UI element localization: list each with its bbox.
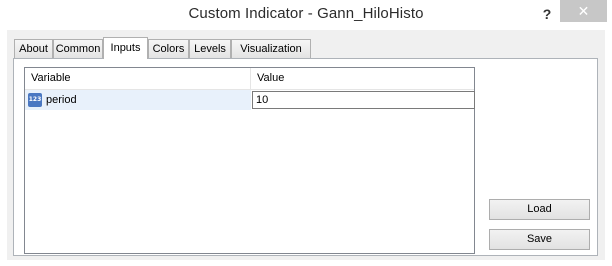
numeric-type-icon: 123 — [28, 93, 42, 107]
save-button[interactable]: Save — [489, 229, 590, 250]
tab-inputs[interactable]: Inputs — [103, 37, 148, 59]
load-button[interactable]: Load — [489, 199, 590, 220]
tab-levels[interactable]: Levels — [189, 39, 231, 58]
grid-header: Variable Value — [25, 68, 474, 90]
dialog-window: Custom Indicator - Gann_HiloHisto ? ✕ Ab… — [0, 0, 612, 266]
tab-visualization[interactable]: Visualization — [231, 39, 311, 58]
help-button[interactable]: ? — [536, 4, 558, 24]
dialog-body: About Common Inputs Colors Levels Visual… — [7, 30, 605, 260]
inputs-grid: Variable Value 123 period — [24, 67, 475, 254]
column-header-value[interactable]: Value — [251, 68, 474, 89]
close-icon: ✕ — [577, 3, 590, 19]
tab-about[interactable]: About — [14, 39, 53, 58]
variable-cell[interactable]: 123 period — [25, 90, 251, 110]
inputs-tab-panel: Variable Value 123 period Load Save — [13, 58, 598, 256]
tab-common[interactable]: Common — [53, 39, 103, 58]
variable-name: period — [46, 94, 77, 106]
title-bar: Custom Indicator - Gann_HiloHisto ? ✕ — [0, 0, 612, 30]
period-value-input[interactable] — [252, 91, 475, 109]
table-row[interactable]: 123 period — [25, 90, 475, 110]
column-header-variable[interactable]: Variable — [25, 68, 251, 89]
window-title: Custom Indicator - Gann_HiloHisto — [188, 5, 424, 22]
close-button[interactable]: ✕ — [560, 0, 607, 22]
tab-colors[interactable]: Colors — [148, 39, 189, 58]
